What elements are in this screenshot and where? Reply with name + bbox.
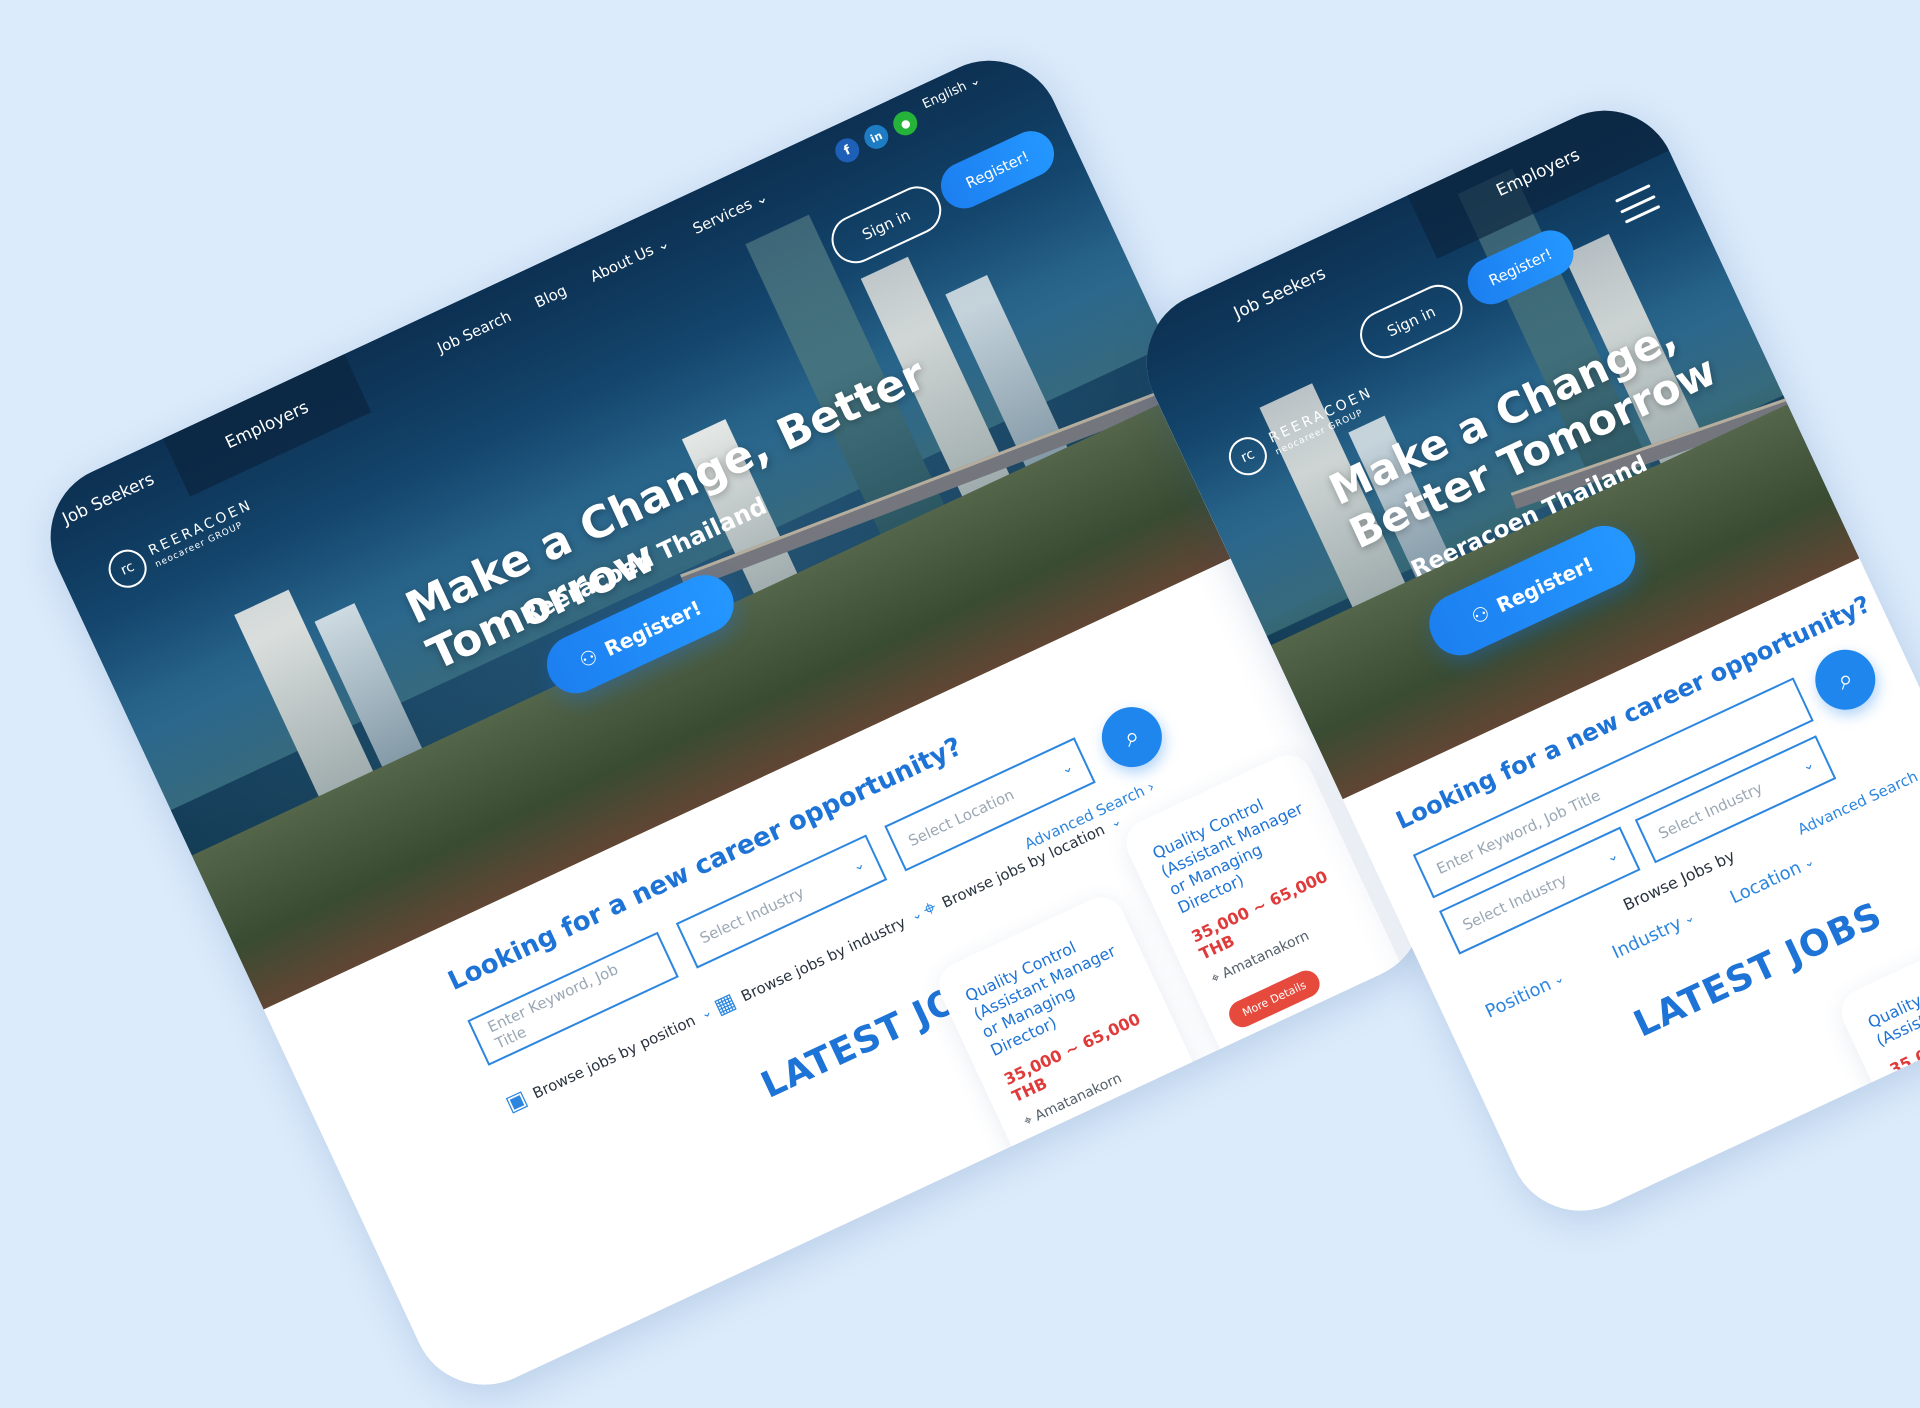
user-icon: ⚇ — [1467, 600, 1494, 630]
chevron-down-icon: ⌄ — [850, 855, 868, 876]
tab-employers[interactable]: Employers — [162, 354, 372, 497]
industry-placeholder: Select Industry — [1459, 870, 1570, 935]
location-placeholder: Select Location — [905, 785, 1017, 851]
map-pin-icon: ⌖ — [1021, 1111, 1036, 1130]
chevron-down-icon: ⌄ — [1550, 970, 1567, 989]
chevron-down-icon: ⌄ — [1058, 758, 1076, 779]
chevron-down-icon: ⌄ — [1107, 813, 1124, 832]
browse-location[interactable]: Location ⌄ — [1727, 851, 1818, 909]
job-title: Quality Control (Assistant Mana — [1864, 964, 1920, 1051]
chevron-down-icon: ⌄ — [1681, 909, 1698, 928]
desktop-mockup: Job Seekers Employers Job Search Blog Ab… — [27, 37, 1447, 1408]
browse-position[interactable]: Position ⌄ — [1482, 968, 1568, 1023]
search-icon: ⌕ — [1832, 662, 1859, 696]
chevron-down-icon: ⌄ — [1799, 755, 1817, 776]
industry-placeholder-2: Select Industry — [1655, 778, 1766, 843]
browse-industry-label: Industry — [1609, 913, 1685, 964]
chevron-right-icon: › — [1144, 777, 1158, 797]
map-pin-icon: ⌖ — [1208, 969, 1223, 988]
more-details-button[interactable]: More Details — [1224, 966, 1324, 1032]
browse-label: Browse Jobs by — [1620, 846, 1738, 915]
search-icon: ⌕ — [1118, 719, 1145, 754]
chevron-down-icon: ⌄ — [1800, 853, 1817, 872]
search-button[interactable]: ⌕ — [1092, 697, 1172, 777]
user-icon: ⚇ — [575, 643, 602, 673]
browse-location-label: Location — [1726, 857, 1805, 909]
briefcase-icon: ▣ — [502, 1085, 532, 1118]
chevron-down-icon: ⌄ — [1603, 846, 1622, 867]
factory-icon: ▦ — [710, 988, 740, 1021]
browse-position-label: Position — [1482, 973, 1555, 1023]
industry-placeholder: Select Industry — [697, 883, 807, 948]
browse-industry[interactable]: Industry ⌄ — [1609, 907, 1698, 964]
search-button[interactable]: ⌕ — [1805, 639, 1886, 720]
chevron-down-icon: ⌄ — [698, 1004, 715, 1023]
